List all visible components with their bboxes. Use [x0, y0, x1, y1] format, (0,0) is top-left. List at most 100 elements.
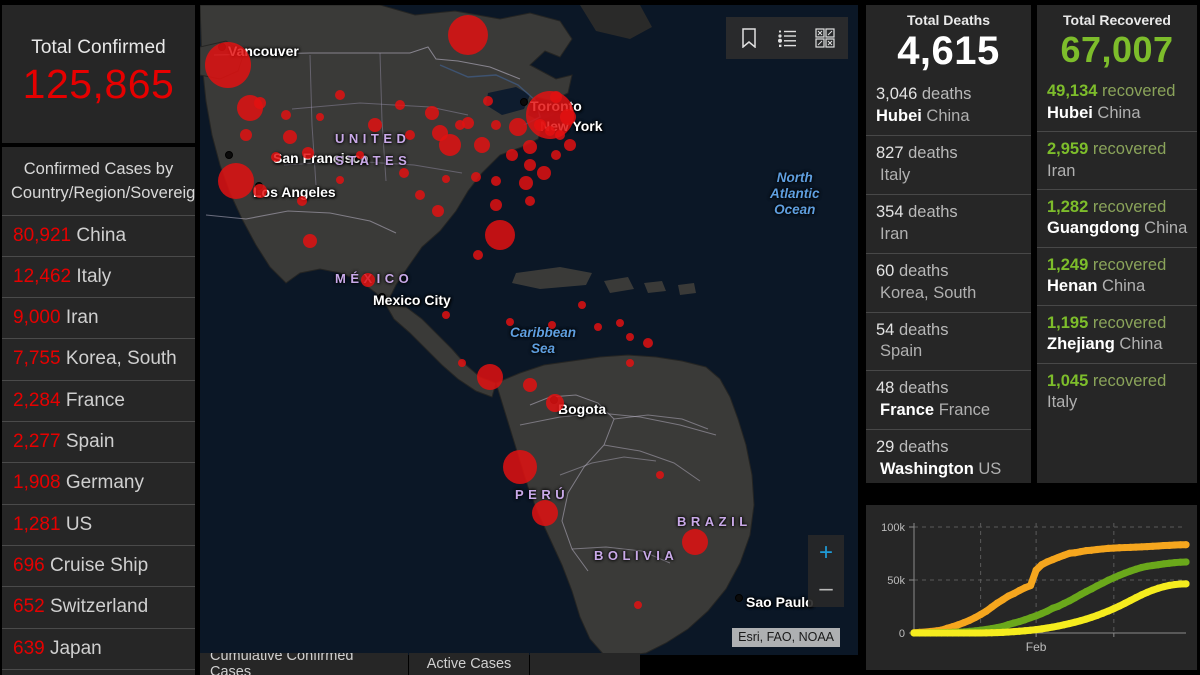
map-case-bubble[interactable] [548, 321, 556, 329]
map-case-bubble[interactable] [594, 323, 602, 331]
confirmed-list-item[interactable]: 652 Switzerland [2, 587, 195, 628]
confirmed-list-item[interactable]: 80,921 China [2, 216, 195, 257]
map-case-bubble[interactable] [506, 149, 518, 161]
map-case-bubble[interactable] [448, 15, 488, 55]
recovered-list-item[interactable]: 49,134 recoveredHubei China [1037, 71, 1197, 131]
map-case-bubble[interactable] [271, 152, 281, 162]
confirmed-list-item[interactable]: 2,284 France [2, 381, 195, 422]
map-case-bubble[interactable] [253, 184, 267, 198]
map-case-bubble[interactable] [471, 172, 481, 182]
map-case-bubble[interactable] [205, 42, 251, 88]
map-case-bubble[interactable] [485, 220, 515, 250]
map-case-bubble[interactable] [551, 150, 561, 160]
map-case-bubble[interactable] [523, 378, 537, 392]
map-case-bubble[interactable] [546, 394, 564, 412]
deaths-list-item[interactable]: 54 deathsSpain [866, 312, 1031, 371]
zoom-in-button[interactable]: + [808, 535, 844, 571]
map-case-bubble[interactable] [506, 318, 514, 326]
basemap-gallery-icon[interactable] [808, 21, 842, 55]
map-case-bubble[interactable] [442, 311, 450, 319]
bookmark-icon[interactable] [732, 21, 766, 55]
map-case-bubble[interactable] [503, 450, 537, 484]
map-case-bubble[interactable] [626, 333, 634, 341]
confirmed-list-item[interactable]: 1,281 US [2, 505, 195, 546]
tab-cumulative-confirmed-cases[interactable]: Cumulative Confirmed Cases [200, 653, 408, 675]
confirmed-list-item[interactable]: 7,755 Korea, South [2, 339, 195, 380]
map-case-bubble[interactable] [254, 97, 266, 109]
map-case-bubble[interactable] [399, 168, 409, 178]
deaths-list-item[interactable]: 48 deathsFrance France [866, 370, 1031, 429]
map-case-bubble[interactable] [519, 176, 533, 190]
map-case-bubble[interactable] [442, 175, 450, 183]
recovered-list-item[interactable]: 2,959 recoveredIran [1037, 131, 1197, 189]
confirmed-cases-list-panel[interactable]: Confirmed Cases by Country/Region/Sovere… [2, 147, 195, 675]
map-case-bubble[interactable] [490, 199, 502, 211]
deaths-list-item[interactable]: 354 deathsIran [866, 194, 1031, 253]
map-case-bubble[interactable] [550, 91, 562, 103]
map-case-bubble[interactable] [564, 139, 576, 151]
deaths-list-item[interactable]: 29 deathsWashington US [866, 429, 1031, 483]
confirmed-list-item[interactable]: 12,462 Italy [2, 257, 195, 298]
tab-active-cases[interactable]: Active Cases [409, 653, 529, 675]
confirmed-list-item[interactable]: 9,000 Iran [2, 298, 195, 339]
map-case-bubble[interactable] [281, 110, 291, 120]
map-panel[interactable]: VancouverTorontoNew YorkSan FranciscoLos… [200, 5, 858, 655]
total-deaths-panel[interactable]: Total Deaths 4,615 3,046 deathsHubei Chi… [866, 5, 1031, 483]
map-case-bubble[interactable] [578, 301, 586, 309]
map-case-bubble[interactable] [425, 106, 439, 120]
map-case-bubble[interactable] [283, 130, 297, 144]
map-case-bubble[interactable] [356, 151, 364, 159]
map-case-bubble[interactable] [297, 196, 307, 206]
map-case-bubble[interactable] [524, 159, 536, 171]
map-case-bubble[interactable] [491, 176, 501, 186]
zoom-out-button[interactable]: – [808, 571, 844, 607]
map-case-bubble[interactable] [634, 601, 642, 609]
map-case-bubble[interactable] [626, 359, 634, 367]
deaths-list-item[interactable]: 60 deathsKorea, South [866, 253, 1031, 312]
map-case-bubble[interactable] [525, 196, 535, 206]
total-recovered-panel[interactable]: Total Recovered 67,007 49,134 recoveredH… [1037, 5, 1197, 483]
map-case-bubble[interactable] [537, 166, 551, 180]
map-case-bubble[interactable] [483, 96, 493, 106]
map-case-bubble[interactable] [368, 118, 382, 132]
map-case-bubble[interactable] [509, 118, 527, 136]
confirmed-list-item[interactable]: 639 Japan [2, 629, 195, 670]
map-case-bubble[interactable] [316, 113, 324, 121]
confirmed-list-item[interactable]: 696 Cruise Ship [2, 546, 195, 587]
map-case-bubble[interactable] [560, 109, 576, 125]
confirmed-list-item[interactable]: 2,277 Spain [2, 422, 195, 463]
map-case-bubble[interactable] [303, 234, 317, 248]
recovered-list-item[interactable]: 1,195 recoveredZhejiang China [1037, 305, 1197, 363]
map-case-bubble[interactable] [432, 205, 444, 217]
map-case-bubble[interactable] [240, 129, 252, 141]
tab-extra[interactable] [530, 653, 640, 675]
deaths-list-item[interactable]: 3,046 deathsHubei China [866, 74, 1031, 135]
map-case-bubble[interactable] [336, 176, 344, 184]
map-case-bubble[interactable] [491, 120, 501, 130]
cumulative-cases-chart[interactable]: 050k100kFeb [866, 505, 1197, 670]
map-case-bubble[interactable] [656, 471, 664, 479]
map-case-bubble[interactable] [473, 250, 483, 260]
map-case-bubble[interactable] [415, 190, 425, 200]
map-case-bubble[interactable] [405, 130, 415, 140]
map-case-bubble[interactable] [302, 147, 314, 159]
map-toolbar[interactable] [726, 17, 848, 59]
recovered-list-item[interactable]: 1,282 recoveredGuangdong China [1037, 189, 1197, 247]
map-case-bubble[interactable] [532, 500, 558, 526]
map-case-bubble[interactable] [458, 359, 466, 367]
bottom-tab-bar[interactable]: Cumulative Confirmed Cases Active Cases [200, 653, 858, 675]
recovered-list-item[interactable]: 1,045 recoveredItaly [1037, 363, 1197, 421]
map-case-bubble[interactable] [523, 140, 537, 154]
map-zoom-controls[interactable]: + – [808, 535, 844, 607]
deaths-list-item[interactable]: 827 deathsItaly [866, 135, 1031, 194]
map-case-bubble[interactable] [643, 338, 653, 348]
recovered-list-item[interactable]: 1,249 recoveredHenan China [1037, 247, 1197, 305]
map-case-bubble[interactable] [335, 90, 345, 100]
map-case-bubble[interactable] [439, 134, 461, 156]
legend-icon[interactable] [770, 21, 804, 55]
map-case-bubble[interactable] [682, 529, 708, 555]
map-case-bubble[interactable] [455, 120, 465, 130]
map-case-bubble[interactable] [218, 163, 254, 199]
map-case-bubble[interactable] [616, 319, 624, 327]
confirmed-list-item[interactable]: 1,908 Germany [2, 463, 195, 504]
